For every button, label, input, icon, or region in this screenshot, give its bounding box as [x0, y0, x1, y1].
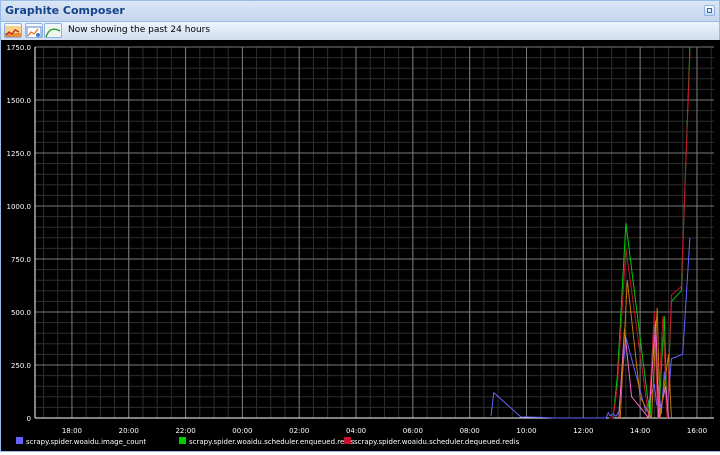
x-tick-label: 10:00 — [516, 427, 536, 435]
line-chart: 18:00 20:00 22:00 00:00 02:00 04:00 06:00 08:00… — [7, 44, 714, 446]
graphite-composer-window: Graphite Composer Now showing the past 2 — [0, 0, 720, 452]
window-title: Graphite Composer — [5, 4, 125, 17]
x-tick-label: 22:00 — [175, 427, 195, 435]
x-tick-label: 08:00 — [460, 427, 480, 435]
window-titlebar: Graphite Composer — [1, 1, 719, 22]
x-tick-label: 00:00 — [232, 427, 252, 435]
time-range-button[interactable] — [44, 23, 62, 38]
legend-label: scrapy.spider.woaidu.scheduler.enqueued.… — [189, 438, 355, 446]
x-tick-label: 02:00 — [289, 427, 309, 435]
x-tick-label: 12:00 — [573, 427, 593, 435]
y-tick-label: 250.0 — [11, 362, 31, 370]
series-line-1 — [608, 46, 691, 419]
legend-swatch — [16, 437, 23, 444]
x-tick-label: 04:00 — [346, 427, 366, 435]
legend-label: scrapy.spider.woaidu.scheduler.dequeued.… — [354, 438, 520, 446]
y-tick-label: 1250.0 — [7, 150, 32, 158]
graph-image: 18:00 20:00 22:00 00:00 02:00 04:00 06:00 08:00… — [1, 40, 720, 451]
y-tick-label: 0 — [27, 415, 31, 423]
legend-swatch — [344, 437, 351, 444]
graph-data-button[interactable] — [4, 23, 22, 38]
y-tick-label: 500.0 — [11, 309, 31, 317]
series — [490, 46, 691, 420]
x-tick-label: 14:00 — [630, 427, 650, 435]
maximize-icon[interactable] — [704, 5, 715, 16]
grid — [35, 46, 714, 419]
chart-options-icon — [26, 26, 42, 37]
time-range-status: Now showing the past 24 hours — [68, 25, 211, 35]
legend-swatch — [179, 437, 186, 444]
legend: scrapy.spider.woaidu.image_count scrapy.s… — [16, 437, 520, 446]
y-tick-label: 1500.0 — [7, 97, 32, 105]
graph-data-icon — [5, 26, 21, 37]
render-options-button[interactable] — [25, 23, 43, 38]
y-tick-label: 750.0 — [11, 256, 31, 264]
x-tick-label: 18:00 — [62, 427, 82, 435]
x-tick-label: 20:00 — [119, 427, 139, 435]
y-tick-label: 1000.0 — [7, 203, 32, 211]
x-tick-label: 16:00 — [687, 427, 707, 435]
x-tick-label: 06:00 — [403, 427, 423, 435]
legend-label: scrapy.spider.woaidu.image_count — [26, 438, 146, 446]
time-range-icon — [45, 26, 61, 37]
series-line-2 — [608, 53, 691, 419]
axes: 18:00 20:00 22:00 00:00 02:00 04:00 06:00 08:00… — [7, 44, 714, 435]
composer-toolbar: Now showing the past 24 hours — [1, 22, 719, 41]
y-tick-label: 1750.0 — [7, 44, 32, 52]
